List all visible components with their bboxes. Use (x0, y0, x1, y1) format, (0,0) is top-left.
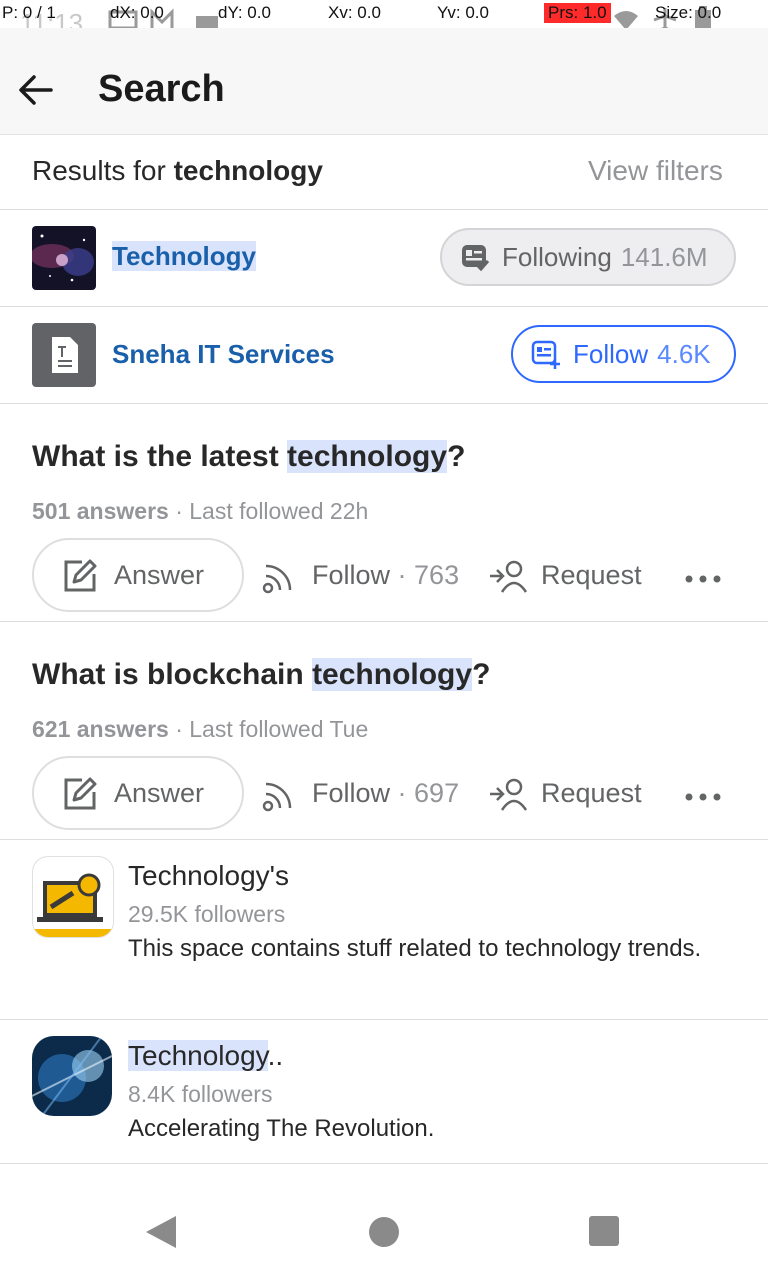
follow-count: 4.6K (657, 338, 711, 369)
space-name: Technology's (128, 860, 289, 891)
question-meta: 621 answers · Last followed Tue (32, 716, 369, 742)
recents-nav-icon[interactable] (589, 1216, 619, 1251)
space-description: This space contains stuff related to tec… (128, 935, 702, 962)
request-icon (488, 558, 528, 599)
space-avatar (32, 1036, 112, 1116)
space-card[interactable] (0, 840, 768, 1020)
results-query: technology (173, 155, 323, 186)
follow-button[interactable]: Follow 4.6K (511, 325, 736, 383)
space-followers: 8.4K followers (128, 1081, 273, 1107)
results-label: Results for technology (32, 155, 323, 186)
back-nav-icon[interactable] (146, 1216, 176, 1253)
answer-label: Answer (114, 560, 205, 590)
debug-pointer: P: 0 / 1 (2, 3, 56, 22)
back-arrow-icon[interactable] (18, 72, 54, 108)
answer-button[interactable]: Answer (32, 756, 244, 830)
debug-size: Size: 0.0 (655, 3, 722, 22)
view-filters-link[interactable]: View filters (588, 155, 723, 187)
answer-label: Answer (114, 778, 205, 808)
home-nav-icon[interactable] (368, 1216, 400, 1253)
follow-question-button[interactable]: Follow · 697 (312, 778, 459, 809)
question-title[interactable]: What is blockchain technology? (32, 658, 490, 692)
following-count: 141.6M (620, 241, 708, 272)
following-label: Following (502, 241, 612, 272)
more-options-icon[interactable] (684, 789, 722, 807)
pencil-icon (62, 776, 98, 817)
topic-name[interactable]: Technology (112, 241, 256, 272)
page-title: Search (98, 68, 225, 110)
debug-overlay: P: 0 / 1 dX: 0.0 dY: 0.0 Xv: 0.0 Yv: 0.0… (0, 0, 768, 28)
space-followers: 29.5K followers (128, 901, 286, 927)
follow-label: Follow (573, 338, 649, 369)
space-description: Accelerating The Revolution. (128, 1115, 435, 1142)
debug-pressure: Prs: 1.0 (544, 3, 611, 23)
follow-feed-icon (262, 560, 298, 599)
space-name: Technology.. (128, 1040, 284, 1071)
debug-dy: dY: 0.0 (218, 3, 271, 22)
request-button[interactable]: Request (541, 778, 642, 809)
topic-avatar (32, 226, 96, 290)
document-avatar-icon (32, 323, 96, 387)
request-icon (488, 776, 528, 817)
debug-yv: Yv: 0.0 (437, 3, 489, 22)
topic-name[interactable]: Sneha IT Services (112, 339, 335, 370)
following-icon (460, 242, 490, 272)
follow-question-button[interactable]: Follow · 763 (312, 560, 459, 591)
follow-topic-icon (531, 339, 561, 369)
debug-xv: Xv: 0.0 (328, 3, 381, 22)
more-options-icon[interactable] (684, 571, 722, 589)
question-meta: 501 answers · Last followed 22h (32, 498, 369, 524)
follow-feed-icon (262, 778, 298, 817)
debug-dx: dX: 0.0 (110, 3, 164, 22)
space-avatar-tools-icon (32, 856, 114, 938)
answer-button[interactable]: Answer (32, 538, 244, 612)
following-button[interactable]: Following 141.6M (440, 228, 736, 286)
question-title[interactable]: What is the latest technology? (32, 440, 465, 474)
pencil-icon (62, 558, 98, 599)
request-button[interactable]: Request (541, 560, 642, 591)
